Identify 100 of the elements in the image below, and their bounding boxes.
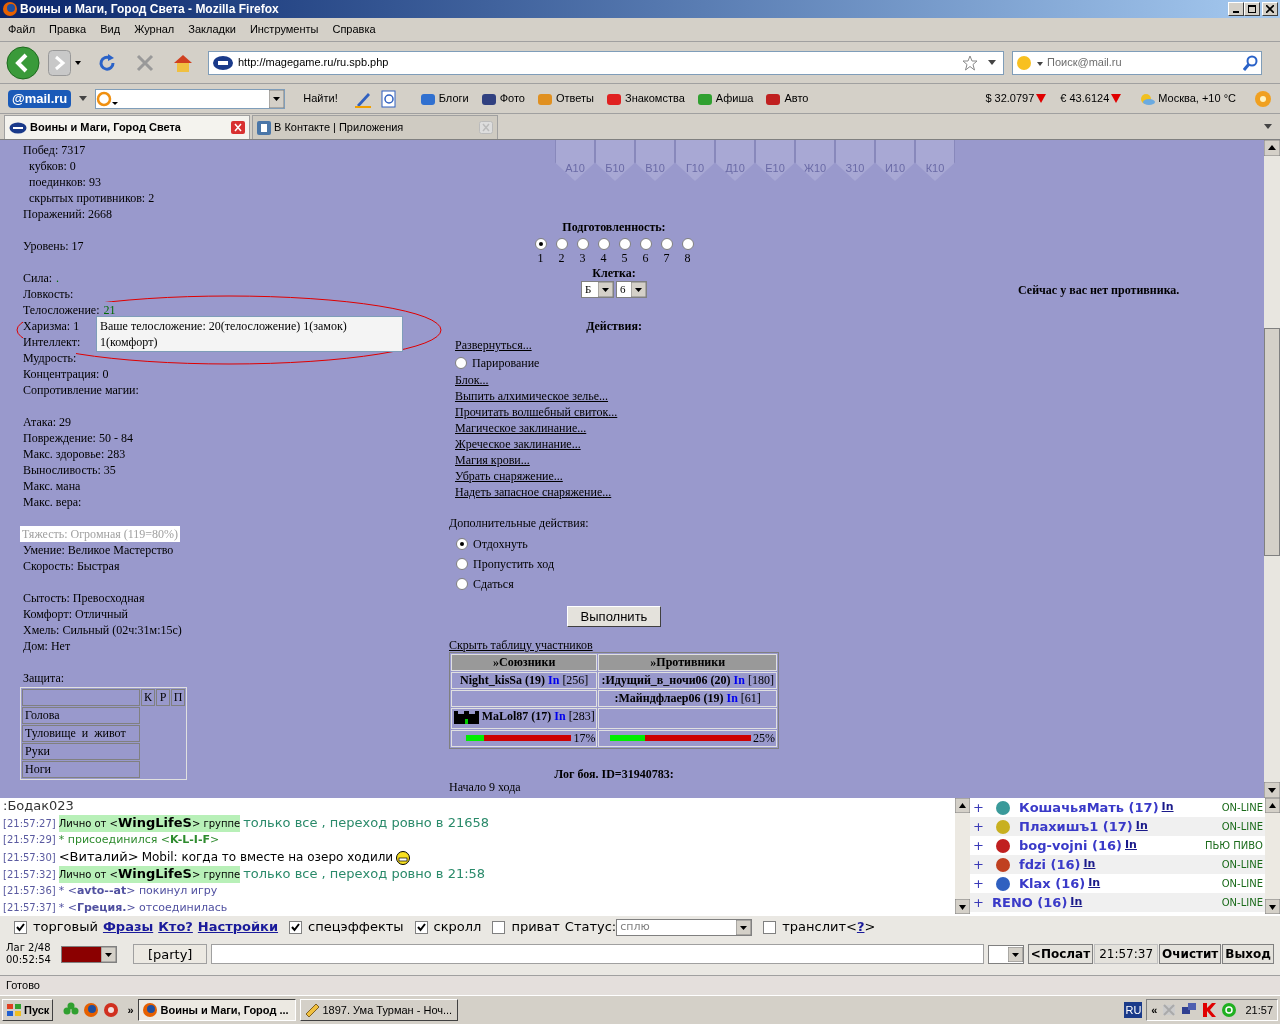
browser-tab[interactable]: Воины и Маги, Город Света	[4, 115, 250, 139]
info-link[interactable]: In	[1070, 894, 1083, 911]
action-link[interactable]: Надеть запасное снаряжение...	[455, 484, 612, 500]
expand-toggle[interactable]: +	[973, 854, 989, 875]
message-input[interactable]	[211, 944, 984, 964]
action-link[interactable]: Выпить алхимическое зелье...	[455, 388, 609, 404]
forward-arrow-icon[interactable]	[48, 49, 82, 76]
taskbar-button[interactable]: 1897. Ума Турман - Ноч...	[299, 999, 458, 1021]
close-button[interactable]	[1262, 2, 1278, 16]
radio-button[interactable]	[555, 238, 568, 250]
status-select[interactable]: сплю	[616, 918, 753, 936]
search-input[interactable]: Поиск@mail.ru	[1047, 54, 1239, 71]
tray-chevron[interactable]: «	[1151, 1001, 1158, 1019]
column-select[interactable]: Б	[581, 281, 614, 298]
toolbar-link[interactable]: Фото	[480, 90, 525, 107]
player-name[interactable]: :Майндфлаер06 (19)	[614, 691, 724, 706]
action-link[interactable]: Убрать снаряжение...	[455, 468, 563, 484]
radio-button[interactable]	[455, 356, 467, 369]
expand-toggle[interactable]: +	[973, 816, 989, 837]
toolbar-link[interactable]: Блоги	[419, 90, 469, 107]
globe-icon[interactable]	[103, 1002, 120, 1018]
action-link[interactable]: Магия крови...	[455, 452, 530, 468]
scrollbar[interactable]	[1265, 798, 1280, 914]
radio-button[interactable]	[576, 238, 589, 250]
search-field[interactable]: Поиск@mail.ru	[1012, 50, 1262, 75]
checkbox[interactable]	[289, 920, 303, 934]
action-link[interactable]: Жреческое заклинание...	[455, 436, 581, 452]
weather-widget[interactable]: Москва, +10 °C	[1139, 90, 1236, 107]
toolbar-link[interactable]: Афиша	[696, 90, 754, 107]
submit-button[interactable]: Выполнить	[567, 606, 661, 627]
scrollbar-thumb[interactable]	[1264, 328, 1280, 556]
menu-item[interactable]: Журнал	[134, 21, 175, 38]
toolbar-link[interactable]: Знакомства	[606, 90, 685, 107]
toolbar-link[interactable]: Авто	[765, 90, 809, 107]
close-icon[interactable]	[231, 121, 245, 134]
radio-button[interactable]	[534, 238, 547, 250]
message-select[interactable]	[987, 944, 1024, 964]
radio-button[interactable]	[456, 578, 468, 590]
start-button[interactable]: Пуск	[2, 999, 54, 1021]
search-input-field[interactable]	[95, 88, 286, 109]
browser-tab[interactable]: В Контакте | Приложения	[252, 115, 498, 139]
user-name[interactable]: Плахишъ1 (17)	[1019, 816, 1133, 837]
radio-button[interactable]	[660, 238, 673, 250]
minimize-button[interactable]	[1228, 2, 1244, 16]
color-select[interactable]	[60, 945, 117, 963]
checkbox[interactable]	[763, 920, 777, 934]
radio-button[interactable]	[618, 238, 631, 250]
expand-toggle[interactable]: +	[973, 797, 989, 818]
maximize-button[interactable]	[1244, 2, 1260, 16]
radio-button[interactable]	[456, 558, 468, 570]
page-search-icon[interactable]	[379, 89, 398, 108]
mail-logo[interactable]: @mail.ru	[8, 89, 72, 108]
radio-button[interactable]	[597, 238, 610, 250]
scrollbar[interactable]	[955, 798, 970, 914]
action-link[interactable]: Развернуться...	[455, 337, 532, 353]
menu-item[interactable]: Правка	[49, 21, 87, 38]
menu-item[interactable]: Вид	[100, 21, 121, 38]
checkbox[interactable]	[14, 920, 27, 934]
info-link[interactable]: In	[1161, 799, 1174, 816]
dropdown-arrow-icon[interactable]	[1264, 124, 1272, 130]
row-select[interactable]: 6	[616, 281, 647, 298]
exit-button[interactable]: Выход	[1222, 944, 1274, 964]
user-name[interactable]: Klax (16)	[1019, 873, 1086, 894]
chat-link[interactable]: Кто?	[158, 917, 193, 937]
firefox-icon[interactable]	[83, 1002, 100, 1018]
user-name[interactable]: КошачьяМать (17)	[1019, 797, 1159, 818]
party-button[interactable]: [party]	[132, 944, 208, 964]
help-link[interactable]: ?	[856, 917, 865, 937]
gear-icon[interactable]	[1254, 89, 1272, 108]
address-bar[interactable]: http://magegame.ru/ru.spb.php	[208, 50, 1004, 75]
expand-toggle[interactable]: +	[973, 892, 989, 913]
checkbox[interactable]	[492, 920, 506, 934]
clear-button[interactable]: Очистит	[1159, 944, 1222, 964]
user-name[interactable]: bog-vojni (16)	[1019, 835, 1122, 856]
menu-item[interactable]: Закладки	[188, 21, 236, 38]
scrollbar[interactable]	[1264, 140, 1280, 798]
taskbar-button[interactable]: Воины и Маги, Город ...	[137, 999, 296, 1021]
chat-link[interactable]: Фразы	[102, 917, 154, 937]
hide-table-link[interactable]: Скрыть таблицу участников	[449, 638, 593, 652]
radio-button[interactable]	[639, 238, 652, 250]
chat-sender[interactable]: <Виталий>	[58, 849, 139, 865]
search-icon[interactable]	[1243, 54, 1259, 71]
radio-button[interactable]	[681, 238, 694, 250]
toolbar-link[interactable]: Ответы	[536, 90, 594, 107]
info-link[interactable]: In	[1088, 875, 1101, 892]
user-name[interactable]: fdzi (16)	[1019, 854, 1081, 875]
send-button[interactable]: <Послат	[1027, 944, 1094, 964]
radio-button[interactable]	[456, 538, 468, 550]
taskbar-chevron[interactable]: »	[127, 1001, 134, 1019]
action-link[interactable]: Блок...	[455, 372, 489, 388]
user-name[interactable]: RENO (16)	[992, 892, 1068, 913]
language-indicator[interactable]: RU	[1124, 1001, 1143, 1019]
action-link[interactable]: Магическое заклинание...	[455, 420, 587, 436]
menu-item[interactable]: Инструменты	[249, 21, 319, 38]
info-link[interactable]: In	[1083, 856, 1096, 873]
chat-link[interactable]: Настройки	[197, 917, 279, 937]
player-name[interactable]: :Идущий_в_ночи06 (20)	[601, 673, 731, 688]
messenger-icon[interactable]	[1221, 1002, 1238, 1018]
info-link[interactable]: In	[1135, 818, 1148, 835]
menu-item[interactable]: Справка	[332, 21, 376, 38]
